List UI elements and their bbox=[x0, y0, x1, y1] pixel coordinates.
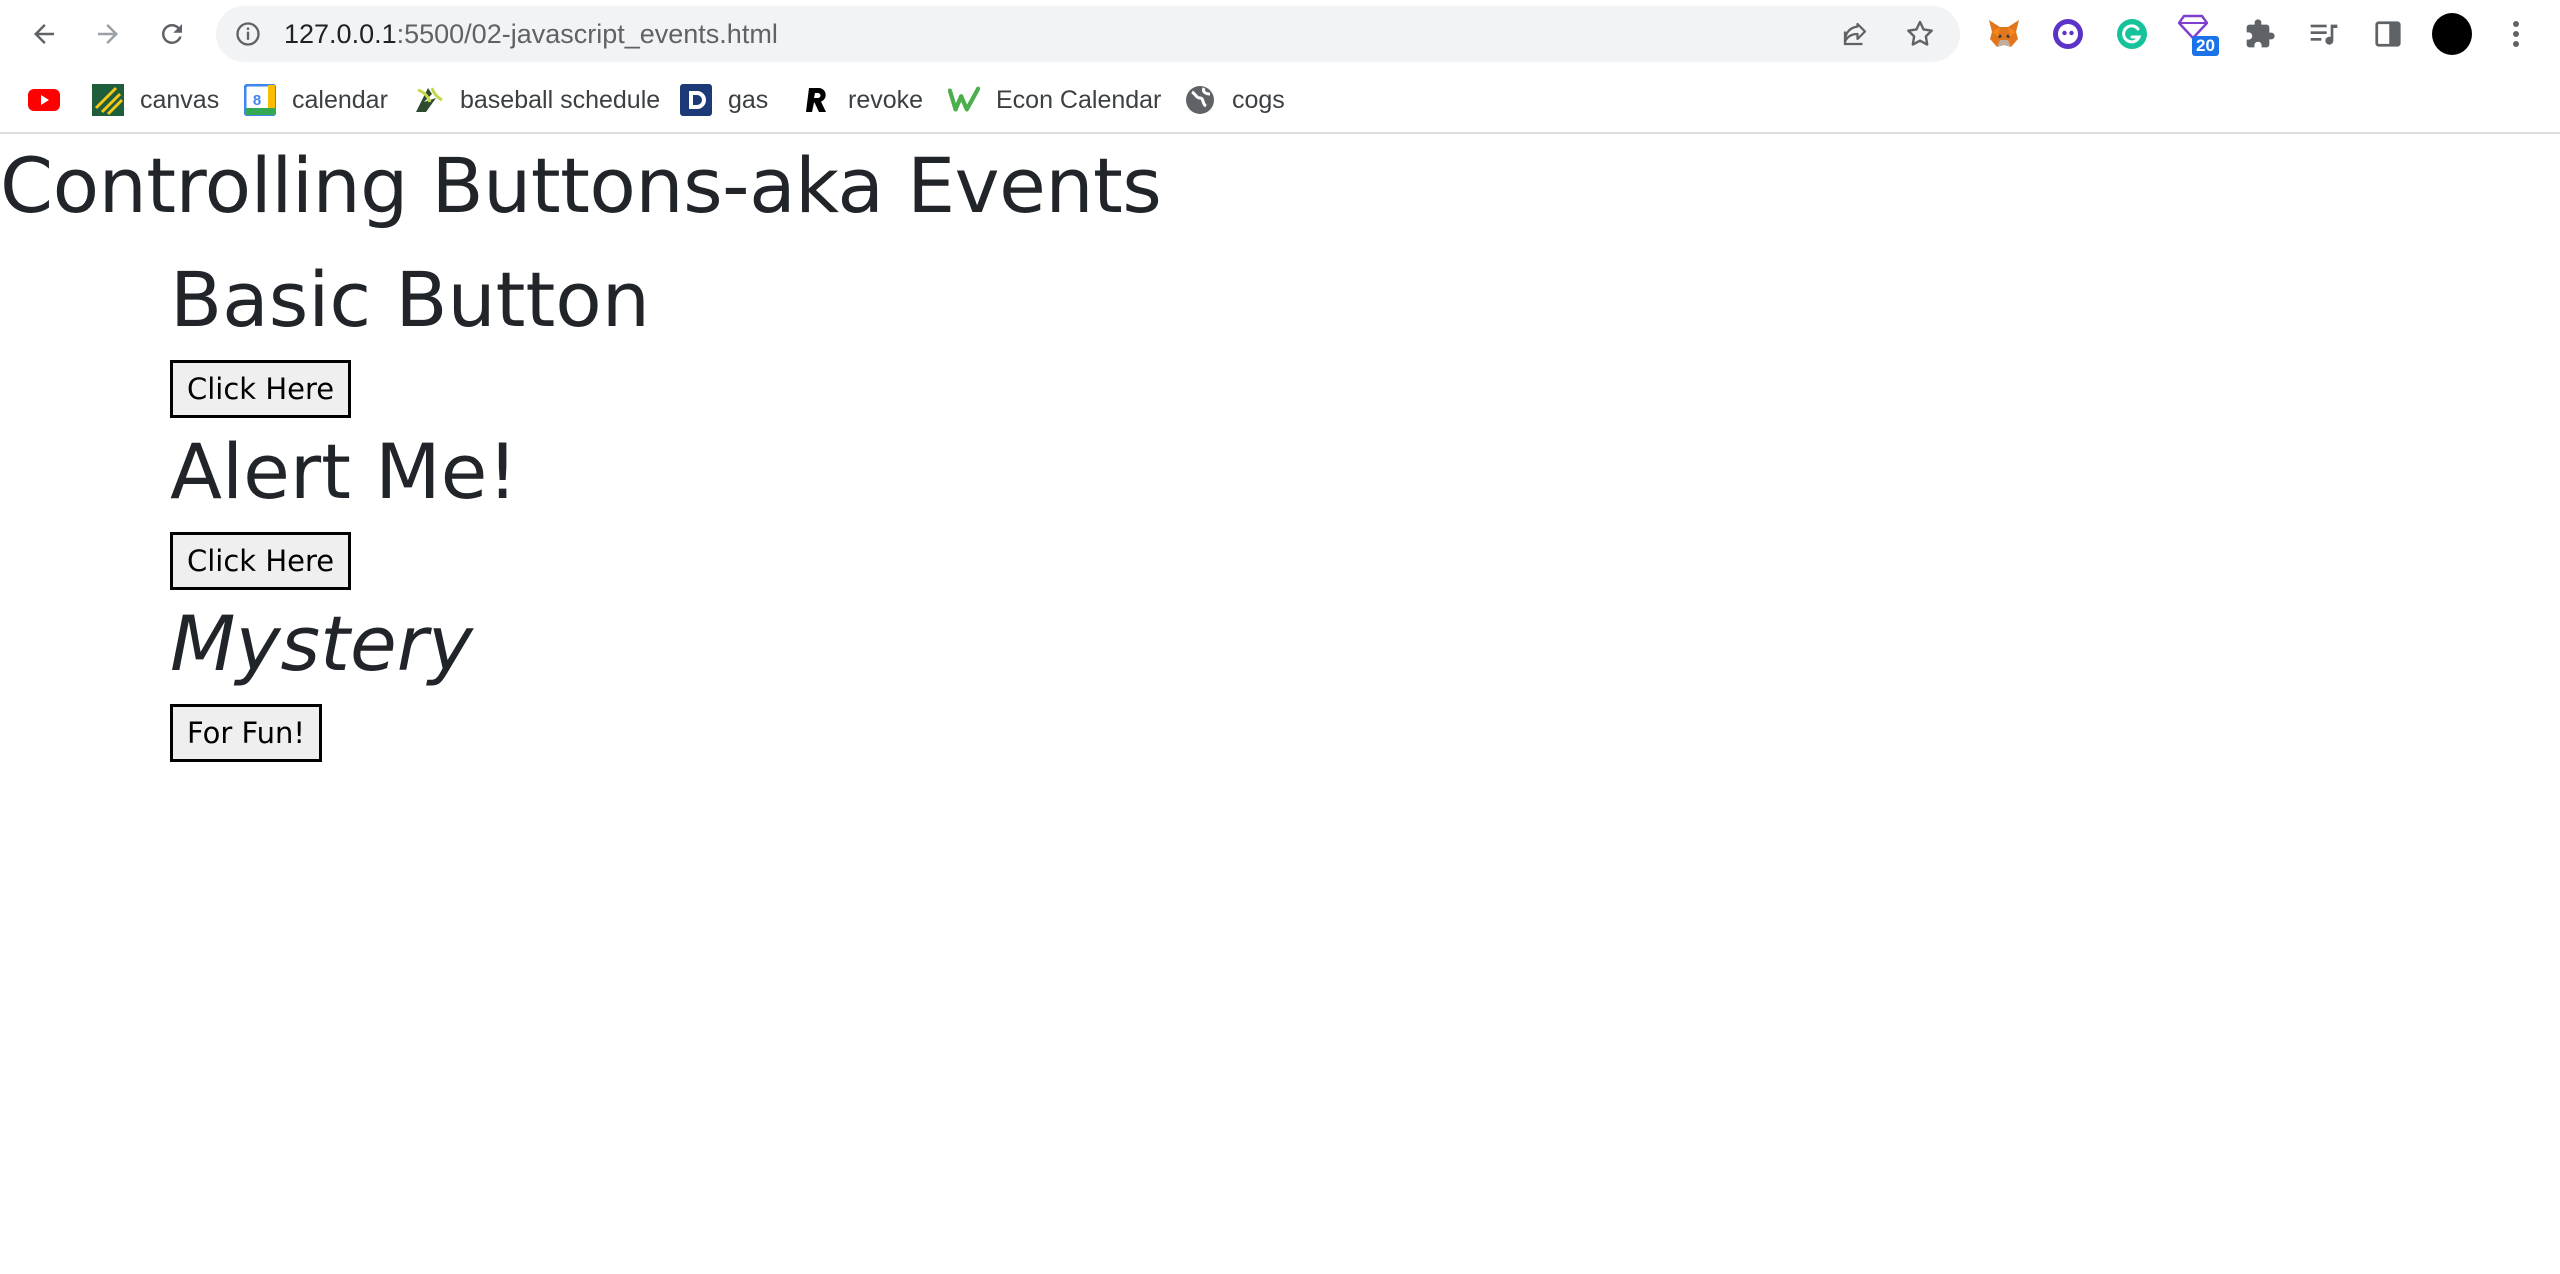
side-panel-icon bbox=[2375, 21, 2401, 47]
bookmark-label: calendar bbox=[292, 85, 388, 114]
bookmark-revoke[interactable]: revoke bbox=[800, 80, 923, 120]
profile-button[interactable] bbox=[2432, 13, 2472, 55]
bookmark-label: cogs bbox=[1232, 85, 1285, 114]
puzzle-icon bbox=[2246, 19, 2275, 48]
forward-button[interactable] bbox=[88, 14, 128, 54]
fox-icon bbox=[1989, 20, 2019, 47]
avatar bbox=[2432, 13, 2472, 55]
youtube-icon bbox=[28, 84, 60, 116]
alert-click-button[interactable]: Click Here bbox=[170, 532, 352, 590]
site-info-icon[interactable] bbox=[234, 20, 262, 48]
address-bar[interactable]: 127.0.0.1:5500/02-javascript_events.html bbox=[216, 6, 1960, 62]
more-vert-icon bbox=[2513, 21, 2519, 47]
econ-calendar-icon bbox=[948, 84, 980, 116]
svg-text:8: 8 bbox=[253, 92, 261, 109]
back-arrow-icon bbox=[34, 24, 54, 44]
share-icon[interactable] bbox=[1840, 19, 1870, 49]
playlist-music-icon bbox=[2310, 24, 2338, 45]
browser-toolbar: 127.0.0.1:5500/02-javascript_events.html bbox=[0, 0, 2560, 68]
calendar-icon: 8 bbox=[244, 84, 276, 116]
ghost-icon bbox=[2053, 19, 2083, 49]
page-title: Controlling Buttons-aka Events bbox=[0, 141, 1162, 230]
bookmark-youtube[interactable] bbox=[28, 80, 60, 120]
url-host: 127.0.0.1 bbox=[284, 19, 397, 49]
revoke-icon bbox=[800, 84, 832, 116]
ghost-extension[interactable] bbox=[2048, 14, 2088, 54]
grammarly-icon bbox=[2117, 19, 2147, 49]
media-control-button[interactable] bbox=[2304, 14, 2344, 54]
forward-arrow-icon bbox=[98, 24, 118, 44]
section-heading-basic-button: Basic Button bbox=[170, 255, 650, 344]
grammarly-extension[interactable] bbox=[2112, 14, 2152, 54]
url-text[interactable]: 127.0.0.1:5500/02-javascript_events.html bbox=[284, 6, 778, 62]
globe-icon bbox=[1184, 84, 1216, 116]
back-button[interactable] bbox=[24, 14, 64, 54]
bookmark-label: revoke bbox=[848, 85, 924, 114]
bookmark-canvas[interactable]: canvas bbox=[92, 80, 219, 120]
basic-click-button[interactable]: Click Here bbox=[170, 360, 352, 418]
gas-icon bbox=[680, 84, 712, 116]
bookmarks-bar: canvas 8 calendar baseball schedule gas … bbox=[0, 68, 2560, 134]
page-content: Controlling Buttons-aka Events Basic But… bbox=[0, 136, 2560, 1274]
bookmark-label: Econ Calendar bbox=[996, 85, 1162, 114]
bookmark-gas[interactable]: gas bbox=[680, 80, 768, 120]
url-path: :5500/02-javascript_events.html bbox=[396, 19, 778, 49]
bookmark-label: baseball schedule bbox=[460, 85, 661, 114]
baseball-icon bbox=[412, 84, 444, 116]
section-heading-alert-me: Alert Me! bbox=[170, 427, 518, 516]
reload-icon bbox=[161, 23, 182, 44]
bookmark-star-icon[interactable] bbox=[1904, 18, 1936, 50]
section-heading-mystery: Mystery bbox=[170, 599, 473, 688]
gem-extension[interactable]: 20 bbox=[2176, 14, 2224, 56]
mystery-fun-button[interactable]: For Fun! bbox=[170, 704, 323, 762]
side-panel-button[interactable] bbox=[2368, 14, 2408, 54]
reload-button[interactable] bbox=[152, 14, 192, 54]
bookmark-label: canvas bbox=[140, 85, 220, 114]
bookmark-baseball-schedule[interactable]: baseball schedule bbox=[412, 80, 660, 120]
bookmark-cogs[interactable]: cogs bbox=[1184, 80, 1285, 120]
metamask-extension[interactable] bbox=[1984, 14, 2024, 54]
chrome-menu-button[interactable] bbox=[2496, 14, 2536, 54]
extensions-menu-button[interactable] bbox=[2240, 14, 2280, 54]
bookmark-calendar[interactable]: 8 calendar bbox=[244, 80, 388, 120]
extension-badge: 20 bbox=[2192, 36, 2219, 56]
bookmark-label: gas bbox=[728, 85, 769, 114]
canvas-icon bbox=[92, 84, 124, 116]
bookmark-econ-calendar[interactable]: Econ Calendar bbox=[948, 80, 1161, 120]
